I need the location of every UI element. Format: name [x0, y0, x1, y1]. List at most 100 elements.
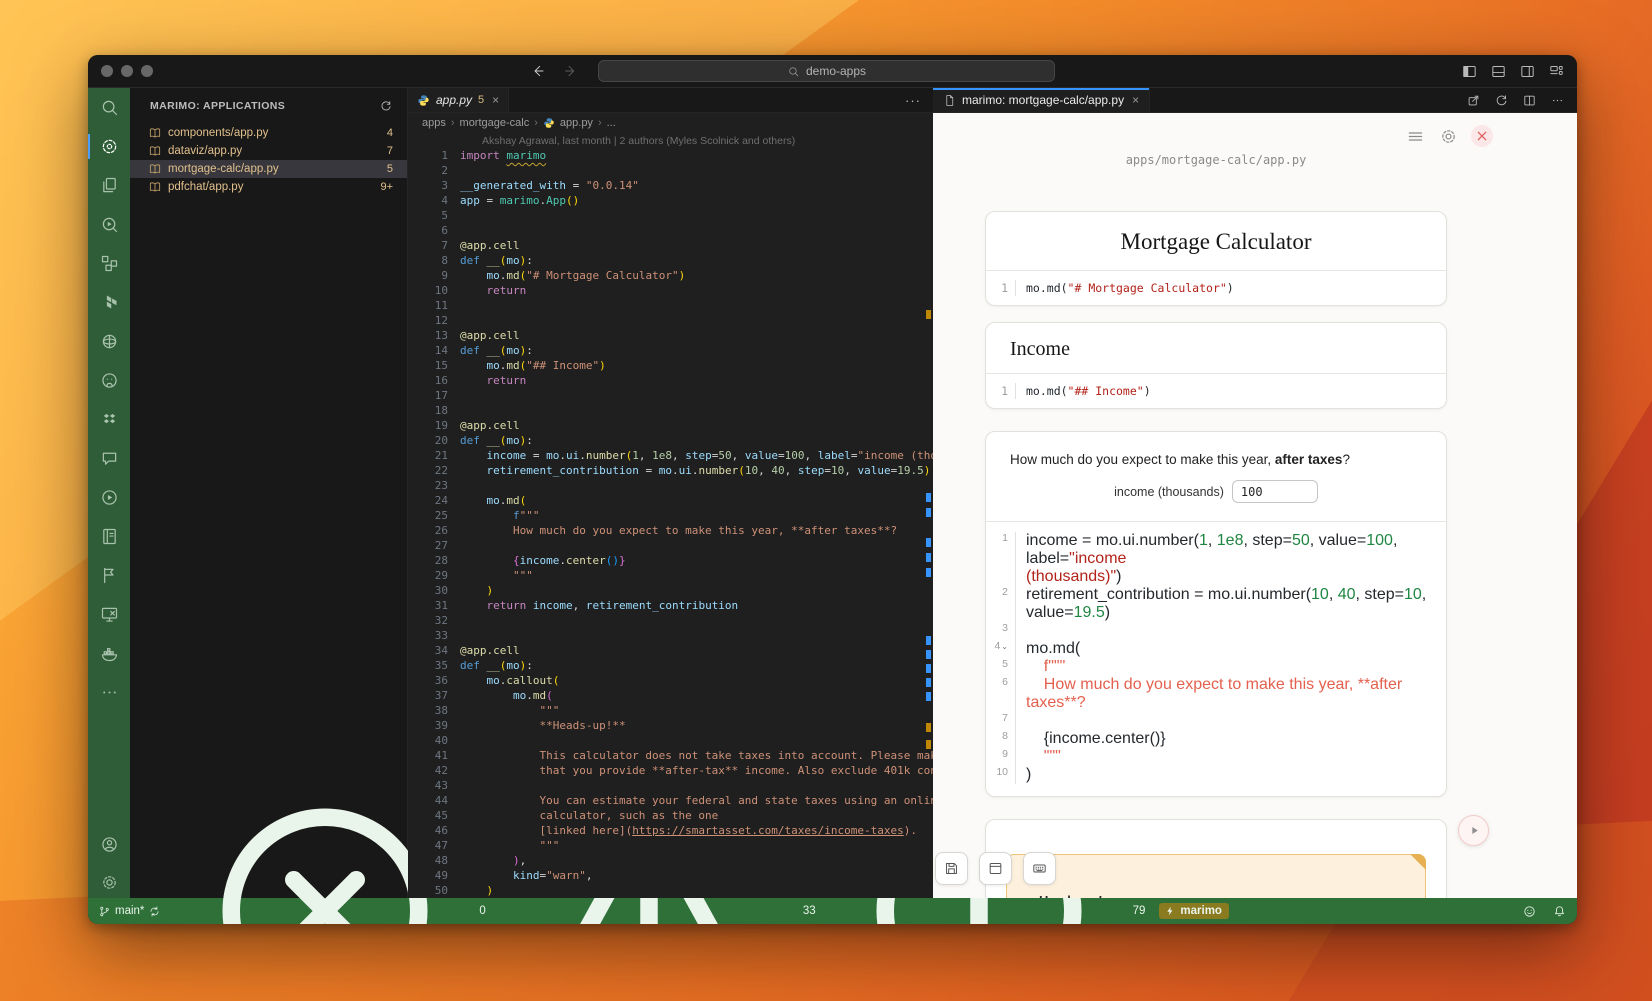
line-number[interactable]: 37 [408, 688, 448, 703]
code-line-44[interactable]: 44 You can estimate your federal and sta… [408, 793, 933, 808]
line-number[interactable]: 10 [408, 283, 448, 298]
line-number[interactable]: 31 [408, 598, 448, 613]
explorer-item-pdfchat-app-py[interactable]: pdfchat/app.py9+ [130, 178, 407, 196]
explorer-item-mortgage-calc-app-py[interactable]: mortgage-calc/app.py5 [130, 160, 407, 178]
line-number[interactable]: 35 [408, 658, 448, 673]
code-line-9[interactable]: 9 mo.md("# Mortgage Calculator") [408, 268, 933, 283]
code-line-26[interactable]: 26 How much do you expect to make this y… [408, 523, 933, 538]
minimize-traffic-light[interactable] [121, 65, 133, 77]
line-number[interactable]: 24 [408, 493, 448, 508]
line-number[interactable]: 33 [408, 628, 448, 643]
line-number[interactable]: 14 [408, 343, 448, 358]
code-line-18[interactable]: 18 [408, 403, 933, 418]
code-line-37[interactable]: 37 mo.md( [408, 688, 933, 703]
activity-marimo-icon[interactable] [96, 135, 122, 158]
code-line-32[interactable]: 32 [408, 613, 933, 628]
code-line-11[interactable]: 11 [408, 298, 933, 313]
explorer-item-dataviz-app-py[interactable]: dataviz/app.py7 [130, 142, 407, 160]
code-line-8[interactable]: 8def __(mo): [408, 253, 933, 268]
git-branch-status[interactable]: main* [98, 905, 161, 918]
code-line-5[interactable]: 5 [408, 208, 933, 223]
line-number[interactable]: 28 [408, 553, 448, 568]
code-line-2[interactable]: 2 [408, 163, 933, 178]
code-line-3[interactable]: 3__generated_with = "0.0.14" [408, 178, 933, 193]
code-line-16[interactable]: 16 return [408, 373, 933, 388]
activity-terraform-icon[interactable] [96, 291, 122, 314]
line-number[interactable]: 36 [408, 673, 448, 688]
code-line-13[interactable]: 13@app.cell [408, 328, 933, 343]
code-line-34[interactable]: 34@app.cell [408, 643, 933, 658]
activity-symbols-icon[interactable] [96, 252, 122, 275]
code-line-15[interactable]: 15 mo.md("## Income") [408, 358, 933, 373]
activity-ellipsis-icon[interactable] [96, 681, 122, 704]
line-number[interactable]: 15 [408, 358, 448, 373]
overview-ruler[interactable] [923, 88, 933, 898]
line-number[interactable]: 20 [408, 433, 448, 448]
activity-account-icon[interactable] [96, 833, 122, 856]
code-line-24[interactable]: 24 mo.md( [408, 493, 933, 508]
layout-sidebar-left-icon[interactable] [1461, 63, 1478, 80]
run-app-button[interactable] [1458, 815, 1489, 846]
code-line-17[interactable]: 17 [408, 388, 933, 403]
open-external-icon[interactable] [1466, 93, 1481, 108]
layout-customize-icon[interactable] [1548, 63, 1565, 80]
line-number[interactable]: 8 [408, 253, 448, 268]
tab-marimo-preview[interactable]: marimo: mortgage-calc/app.py × [933, 88, 1150, 112]
line-number[interactable]: 50 [408, 883, 448, 898]
activity-globe-icon[interactable] [96, 330, 122, 353]
line-number[interactable]: 22 [408, 463, 448, 478]
line-number[interactable]: 6 [408, 223, 448, 238]
close-traffic-light[interactable] [101, 65, 113, 77]
code-line-40[interactable]: 40 [408, 733, 933, 748]
line-number[interactable]: 4 [408, 193, 448, 208]
line-number[interactable]: 27 [408, 538, 448, 553]
line-number[interactable]: 26 [408, 523, 448, 538]
layout-sidebar-right-icon[interactable] [1519, 63, 1536, 80]
line-number[interactable]: 5 [408, 208, 448, 223]
line-number[interactable]: 46 [408, 823, 448, 838]
code-line-12[interactable]: 12 [408, 313, 933, 328]
line-number[interactable]: 48 [408, 853, 448, 868]
activity-search-icon[interactable] [96, 96, 122, 119]
code-line-33[interactable]: 33 [408, 628, 933, 643]
line-number[interactable]: 40 [408, 733, 448, 748]
code-line-27[interactable]: 27 [408, 538, 933, 553]
code-line-36[interactable]: 36 mo.callout( [408, 673, 933, 688]
split-editor-icon[interactable] [1522, 93, 1537, 108]
income-input[interactable] [1232, 480, 1318, 503]
line-number[interactable]: 44 [408, 793, 448, 808]
breadcrumb-item[interactable]: app.py [560, 117, 593, 129]
code-line-10[interactable]: 10 return [408, 283, 933, 298]
code-line-22[interactable]: 22 retirement_contribution = mo.ui.numbe… [408, 463, 933, 478]
zoom-traffic-light[interactable] [141, 65, 153, 77]
close-circle-icon[interactable] [1471, 125, 1493, 147]
activity-screen-icon[interactable] [96, 603, 122, 626]
breadcrumb-item[interactable]: mortgage-calc [460, 117, 530, 129]
tab-app-py[interactable]: app.py 5 × [408, 88, 509, 112]
tab-close-icon[interactable]: × [492, 93, 499, 107]
code-line-21[interactable]: 21 income = mo.ui.number(1, 1e8, step=50… [408, 448, 933, 463]
line-number[interactable]: 38 [408, 703, 448, 718]
code-line-43[interactable]: 43 [408, 778, 933, 793]
breadcrumb-item[interactable]: apps [422, 117, 446, 129]
breadcrumb-item[interactable]: ... [607, 117, 616, 129]
code-line-1[interactable]: 1import marimo [408, 148, 933, 163]
line-number[interactable]: 47 [408, 838, 448, 853]
explorer-item-components-app-py[interactable]: components/app.py4 [130, 124, 407, 142]
code-line-4[interactable]: 4app = marimo.App() [408, 193, 933, 208]
activity-run-view-icon[interactable] [96, 213, 122, 236]
more-icon[interactable] [1550, 93, 1565, 108]
code-line-35[interactable]: 35def __(mo): [408, 658, 933, 673]
code-line-50[interactable]: 50 ) [408, 883, 933, 898]
code-line-31[interactable]: 31 return income, retirement_contributio… [408, 598, 933, 613]
line-number[interactable]: 34 [408, 643, 448, 658]
code-line-46[interactable]: 46 [linked here](https://smartasset.com/… [408, 823, 933, 838]
line-number[interactable]: 1 [408, 148, 448, 163]
line-number[interactable]: 41 [408, 748, 448, 763]
activity-files-copy-icon[interactable] [96, 174, 122, 197]
activity-gear-icon[interactable] [96, 871, 122, 894]
code-line-48[interactable]: 48 ), [408, 853, 933, 868]
line-number[interactable]: 29 [408, 568, 448, 583]
code-line-38[interactable]: 38 """ [408, 703, 933, 718]
line-number[interactable]: 17 [408, 388, 448, 403]
